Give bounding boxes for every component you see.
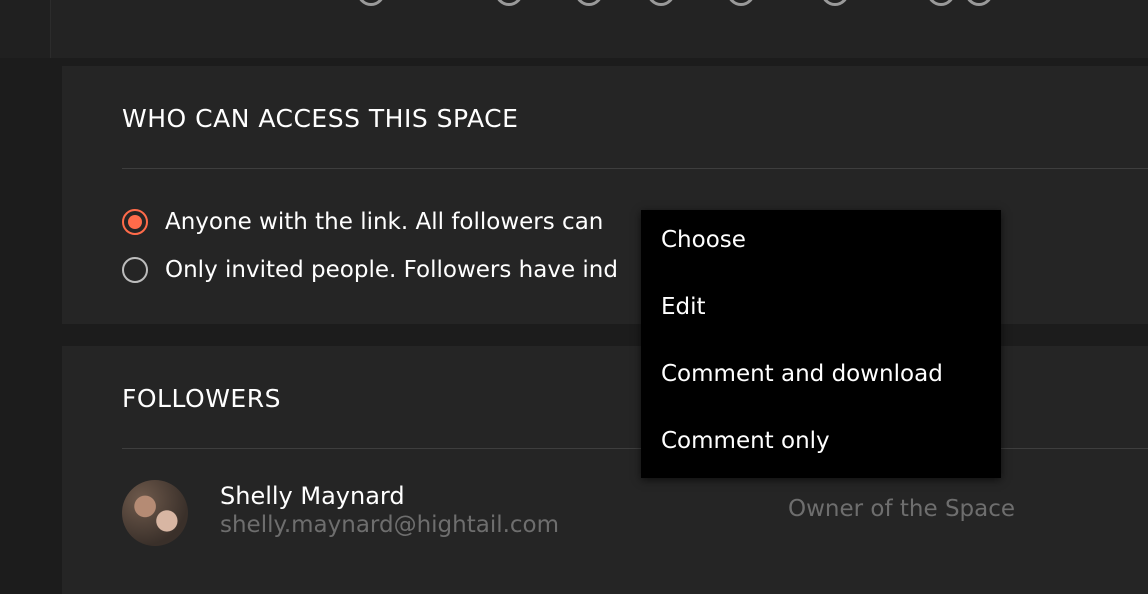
access-option-anyone[interactable]: Anyone with the link. All followers can: [122, 208, 642, 236]
access-option-label: Only invited people. Followers have ind: [165, 257, 618, 283]
avatar: [122, 480, 188, 546]
space-settings-page: WHO CAN ACCESS THIS SPACE Anyone with th…: [0, 0, 1148, 594]
radio-checked-icon[interactable]: [122, 209, 148, 235]
access-section-title: WHO CAN ACCESS THIS SPACE: [122, 104, 519, 133]
permission-dropdown-menu: Choose Edit Comment and download Comment…: [641, 210, 1001, 478]
avatar-dot-icon[interactable]: [965, 0, 993, 6]
access-divider: [122, 168, 1148, 169]
menu-item-choose[interactable]: Choose: [661, 227, 746, 253]
top-avatar-strip: [50, 0, 1148, 58]
avatar-dot-icon[interactable]: [357, 0, 385, 6]
avatar-dot-icon[interactable]: [727, 0, 755, 6]
followers-section-title: FOLLOWERS: [122, 384, 281, 413]
avatar-dot-icon[interactable]: [495, 0, 523, 6]
avatar-dot-icon[interactable]: [821, 0, 849, 6]
follower-name: Shelly Maynard: [220, 482, 405, 510]
access-option-invited[interactable]: Only invited people. Followers have ind: [122, 256, 642, 284]
top-left-block: [0, 0, 50, 58]
avatar-dot-icon[interactable]: [927, 0, 955, 6]
menu-item-edit[interactable]: Edit: [661, 294, 706, 320]
radio-unchecked-icon[interactable]: [122, 257, 148, 283]
follower-email: shelly.maynard@hightail.com: [220, 512, 560, 538]
menu-item-comment-and-download[interactable]: Comment and download: [661, 361, 943, 387]
access-option-label: Anyone with the link. All followers can: [165, 209, 604, 235]
avatar-dot-icon[interactable]: [647, 0, 675, 6]
follower-role: Owner of the Space: [788, 496, 1016, 522]
avatar-dot-icon[interactable]: [575, 0, 603, 6]
menu-item-comment-only[interactable]: Comment only: [661, 428, 830, 454]
